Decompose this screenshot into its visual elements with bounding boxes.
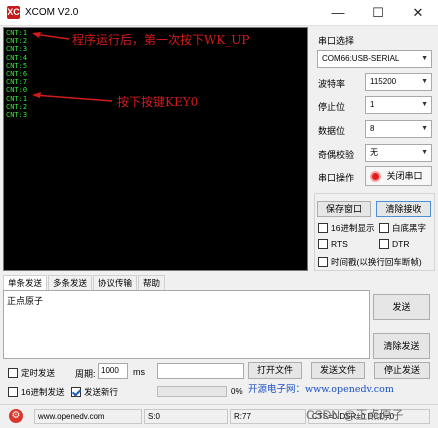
checkbox-box[interactable] [379, 239, 389, 249]
send-progress-bar [157, 386, 227, 397]
chevron-down-icon: ▼ [421, 149, 428, 156]
rts-label: RTS [331, 239, 348, 249]
timestamp-checkbox[interactable]: 时间戳(以换行回车断帧) [318, 256, 422, 268]
progress-text: 0% [231, 387, 243, 396]
stop-send-button[interactable]: 停止发送 [374, 362, 430, 379]
tab-protocol[interactable]: 协议传输 [93, 275, 138, 290]
timestamp-label: 时间戳(以换行回车断帧) [331, 257, 422, 267]
close-port-button[interactable]: 关闭串口 [365, 166, 432, 186]
open-file-button[interactable]: 打开文件 [248, 362, 302, 379]
receive-terminal[interactable]: CNT:1 CNT:2 CNT:3 CNT:4 CNT:5 CNT:6 CNT:7 CNT:0… [3, 27, 308, 271]
period-unit: ms [133, 367, 145, 377]
clear-receive-button[interactable]: 清除接收 [376, 201, 431, 217]
annotation-text-1: 程序运行后，第一次按下WK_UP [72, 33, 250, 47]
checkbox-box[interactable] [8, 387, 18, 397]
ad-banner[interactable]: 开源电子网：www.openedv.com [248, 379, 434, 401]
parity-select[interactable]: 无 ▼ [365, 144, 432, 162]
rts-checkbox[interactable]: RTS [318, 239, 348, 249]
port-status-icon [370, 171, 381, 182]
dtr-label: DTR [392, 239, 410, 249]
tab-single-send[interactable]: 单条发送 [3, 275, 48, 290]
annotation-arrow-2 [33, 94, 113, 102]
gear-icon[interactable]: ⚙ [9, 409, 23, 423]
file-path-input[interactable] [157, 363, 244, 379]
send-tabs: 单条发送 多条发送 协议传输 帮助 [3, 275, 166, 290]
hex-send-checkbox[interactable]: 16进制发送 [8, 386, 64, 398]
port-operation-label: 串口操作 [318, 173, 355, 183]
hex-send-label: 16进制发送 [21, 387, 65, 397]
save-window-button[interactable]: 保存窗口 [317, 201, 371, 217]
send-file-button[interactable]: 发送文件 [311, 362, 365, 379]
white-bg-label: 白底黑字 [392, 223, 427, 233]
send-button[interactable]: 发送 [373, 294, 430, 320]
timed-send-checkbox[interactable]: 定时发送 [8, 367, 55, 379]
parity-label: 奇偶校验 [318, 150, 355, 160]
period-input[interactable]: 1000 [98, 363, 128, 379]
tab-help[interactable]: 帮助 [138, 275, 166, 290]
port-value: COM66:USB-SERIAL [322, 54, 400, 63]
clear-send-button[interactable]: 清除发送 [373, 333, 430, 359]
send-textarea[interactable]: 正点原子 [3, 290, 370, 359]
tab-multi-send[interactable]: 多条发送 [48, 275, 93, 290]
baud-value: 115200 [370, 77, 397, 86]
port-label: 串口选择 [318, 36, 355, 46]
stop-bits-value: 1 [370, 100, 375, 109]
watermark-text: CSDN @正点原子 [306, 408, 404, 422]
baud-label: 波特率 [318, 79, 346, 89]
white-bg-checkbox[interactable]: 白底黑字 [379, 222, 426, 234]
data-bits-select[interactable]: 8 ▼ [365, 120, 432, 138]
stop-bits-label: 停止位 [318, 102, 346, 112]
status-sent-count: S:0 [144, 409, 228, 424]
maximize-button[interactable]: ☐ [358, 0, 398, 26]
annotation-arrowhead-1 [32, 32, 41, 38]
dtr-checkbox[interactable]: DTR [379, 239, 409, 249]
close-window-button[interactable]: ✕ [398, 0, 438, 26]
checkbox-box[interactable] [318, 239, 328, 249]
status-url[interactable]: www.openedv.com [34, 409, 142, 424]
data-bits-label: 数据位 [318, 126, 346, 136]
annotation-text-2: 按下按键KEY0 [117, 95, 199, 109]
annotation-arrows [32, 32, 113, 102]
send-newline-checkbox[interactable]: 发送新行 [71, 386, 118, 398]
send-newline-label: 发送新行 [84, 387, 119, 397]
parity-value: 无 [370, 148, 378, 157]
checkbox-box[interactable] [8, 368, 18, 378]
chevron-down-icon: ▼ [421, 55, 428, 62]
checkbox-box[interactable] [71, 387, 81, 397]
timed-send-label: 定时发送 [21, 368, 56, 378]
port-select[interactable]: COM66:USB-SERIAL ▼ [317, 50, 432, 68]
data-bits-value: 8 [370, 124, 375, 133]
period-label: 周期: [75, 369, 96, 379]
minimize-button[interactable]: — [318, 0, 358, 26]
app-logo-icon: XC [7, 6, 20, 19]
hex-display-checkbox[interactable]: 16进制显示 [318, 222, 374, 234]
hex-display-label: 16进制显示 [331, 223, 375, 233]
stop-bits-select[interactable]: 1 ▼ [365, 96, 432, 114]
checkbox-box[interactable] [318, 257, 328, 267]
close-port-label: 关闭串口 [386, 171, 423, 181]
ad-text: 开源电子网：www.openedv.com [248, 384, 394, 395]
checkbox-box[interactable] [318, 223, 328, 233]
annotation-arrowhead-2 [32, 92, 41, 98]
chevron-down-icon: ▼ [421, 78, 428, 85]
window-title: XCOM V2.0 [25, 7, 79, 18]
baud-select[interactable]: 115200 ▼ [365, 73, 432, 91]
chevron-down-icon: ▼ [421, 101, 428, 108]
checkbox-box[interactable] [379, 223, 389, 233]
chevron-down-icon: ▼ [421, 125, 428, 132]
status-received-count: R:77 [230, 409, 306, 424]
